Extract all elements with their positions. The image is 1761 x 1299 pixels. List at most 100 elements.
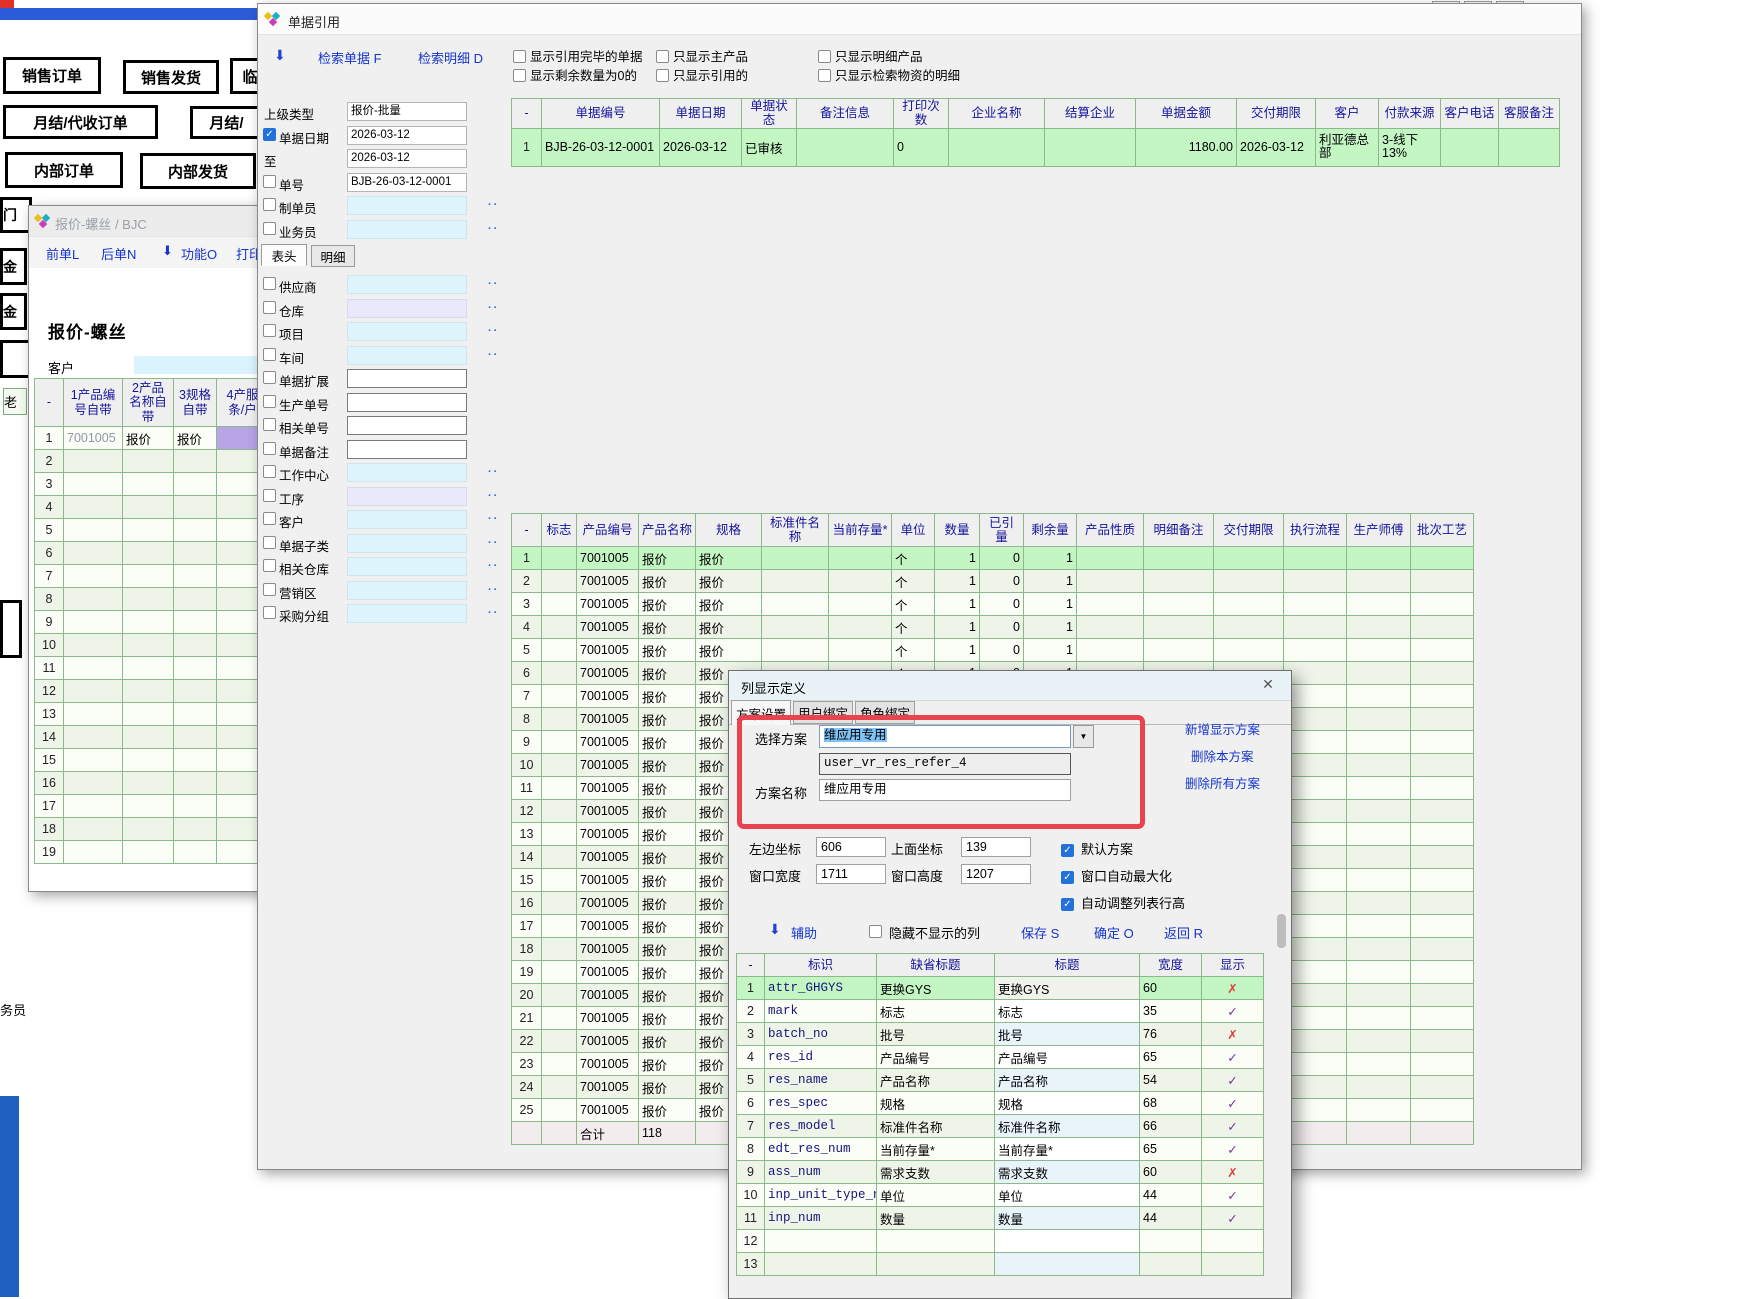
dialog-table-row[interactable]: 5res_name产品名称产品名称54✓	[737, 1069, 1264, 1092]
quote-menu-item[interactable]: 功能O	[181, 244, 217, 263]
delete-all-scheme-link[interactable]: 删除所有方案	[1185, 773, 1260, 792]
filter-input[interactable]: 2026-03-12▦▾	[347, 149, 467, 168]
quote-table-row[interactable]: 19	[35, 841, 265, 864]
dialog-table-row[interactable]: 4res_id产品编号产品编号65✓	[737, 1046, 1264, 1069]
filter-checkbox[interactable]	[263, 489, 276, 502]
auto-maximize-checkbox[interactable]: ✓	[1061, 866, 1074, 884]
detail-table-row[interactable]: 47001005报价报价个101	[512, 616, 1474, 639]
filter-input[interactable]	[347, 369, 467, 388]
filter-combo[interactable]: ▼	[347, 581, 467, 600]
refer-option-checkbox[interactable]	[818, 50, 831, 63]
win-height-input[interactable]: 1207	[961, 864, 1031, 884]
filter-checkbox[interactable]	[263, 536, 276, 549]
filter-input[interactable]: 2026-03-12▦▾	[347, 126, 467, 145]
more-options-dots[interactable]: ··	[488, 223, 499, 235]
filter-input[interactable]	[347, 393, 467, 412]
filter-input[interactable]	[347, 440, 467, 459]
detail-table-row[interactable]: 27001005报价报价个101	[512, 570, 1474, 593]
delete-scheme-link[interactable]: 删除本方案	[1191, 746, 1254, 765]
quote-table-row[interactable]: 3	[35, 473, 265, 496]
filter-checkbox[interactable]: ✓	[263, 128, 276, 141]
filter-checkbox[interactable]	[263, 395, 276, 408]
dialog-table-row[interactable]: 1attr_GHGYS更换GYS更换GYS60✗	[737, 977, 1264, 1000]
filter-checkbox[interactable]	[263, 371, 276, 384]
refer-option[interactable]: 显示引用完毕的单据	[513, 46, 643, 65]
quote-table-row[interactable]: 17001005报价报价	[35, 427, 265, 450]
more-options-dots[interactable]: ··	[488, 466, 499, 478]
filter-checkbox[interactable]	[263, 324, 276, 337]
filter-input[interactable]: BJB-26-03-12-0001	[347, 173, 467, 192]
filter-checkbox[interactable]	[263, 583, 276, 596]
filter-combo[interactable]: ▼	[347, 299, 467, 318]
dialog-tab-role[interactable]: 角色绑定	[855, 701, 915, 724]
save-link[interactable]: 保存 S	[1021, 923, 1059, 942]
quote-table-row[interactable]: 6	[35, 542, 265, 565]
more-options-dots[interactable]: ··	[488, 325, 499, 337]
quote-table-row[interactable]: 14	[35, 726, 265, 749]
dialog-table-row[interactable]: 13	[737, 1253, 1264, 1276]
dialog-table-row[interactable]: 8edt_res_num当前存量*当前存量*65✓	[737, 1138, 1264, 1161]
filter-checkbox[interactable]	[263, 559, 276, 572]
more-options-dots[interactable]: ··	[488, 513, 499, 525]
filter-combo[interactable]: ▼	[347, 346, 467, 365]
filter-checkbox[interactable]	[263, 348, 276, 361]
menu-function-arrow-icon[interactable]: ⬇	[162, 244, 173, 258]
aux-down-icon[interactable]: ⬇	[769, 922, 781, 936]
dialog-table-row[interactable]: 9ass_num需求支数需求支数60✗	[737, 1161, 1264, 1184]
detail-table-row[interactable]: 17001005报价报价个101	[512, 547, 1474, 570]
button-internal-ship[interactable]: 内部发货	[140, 153, 256, 189]
refer-option[interactable]: 只显示引用的	[656, 65, 748, 84]
more-options-dots[interactable]: ··	[488, 490, 499, 502]
scheme-select-combo[interactable]: 维应用专用	[819, 725, 1071, 748]
pos-top-input[interactable]: 139	[961, 837, 1031, 857]
refer-option[interactable]: 只显示主产品	[656, 46, 748, 65]
search-detail-link[interactable]: 检索明细 D	[418, 48, 483, 67]
dialog-titlebar[interactable]: 列显示定义 ✕	[729, 671, 1291, 701]
filter-checkbox[interactable]	[263, 465, 276, 478]
quote-table-row[interactable]: 16	[35, 772, 265, 795]
filter-combo[interactable]: ▼	[347, 322, 467, 341]
button-internal-order[interactable]: 内部订单	[5, 152, 123, 188]
more-options-dots[interactable]: ··	[488, 349, 499, 361]
filter-checkbox[interactable]	[263, 175, 276, 188]
quote-table-row[interactable]: 5	[35, 519, 265, 542]
ok-link[interactable]: 确定 O	[1094, 923, 1134, 942]
filter-combo[interactable]: ▼	[347, 463, 467, 482]
quote-table-row[interactable]: 12	[35, 680, 265, 703]
dialog-table-row[interactable]: 12	[737, 1230, 1264, 1253]
filter-combo[interactable]: ▼	[347, 534, 467, 553]
filter-combo[interactable]: 报价-批量▼	[347, 102, 467, 121]
more-options-dots[interactable]: ··	[488, 537, 499, 549]
filter-combo[interactable]: ▼	[347, 557, 467, 576]
button-sales-order[interactable]: 销售订单	[3, 57, 101, 94]
expand-down-icon[interactable]: ⬇	[274, 48, 286, 62]
more-options-dots[interactable]: ··	[488, 607, 499, 619]
pos-left-input[interactable]: 606	[816, 837, 886, 857]
quote-table-row[interactable]: 8	[35, 588, 265, 611]
filter-checkbox[interactable]	[263, 198, 276, 211]
dialog-close-icon[interactable]: ✕	[1257, 676, 1279, 694]
quote-table-row[interactable]: 13	[35, 703, 265, 726]
filter-checkbox[interactable]	[263, 606, 276, 619]
quote-table-row[interactable]: 9	[35, 611, 265, 634]
dialog-table-row[interactable]: 6res_spec规格规格68✓	[737, 1092, 1264, 1115]
scheme-name-input[interactable]: 维应用专用	[819, 779, 1071, 801]
dialog-tab-user[interactable]: 用户绑定	[793, 701, 853, 724]
tab-detail[interactable]: 明细	[311, 245, 355, 267]
refer-option-checkbox[interactable]	[513, 69, 526, 82]
button-monthly-order[interactable]: 月结/代收订单	[3, 105, 158, 139]
filter-input[interactable]	[347, 416, 467, 435]
more-options-dots[interactable]: ··	[488, 302, 499, 314]
refer-option-checkbox[interactable]	[656, 69, 669, 82]
more-options-dots[interactable]: ··	[488, 560, 499, 572]
detail-table-row[interactable]: 57001005报价报价个101	[512, 639, 1474, 662]
quote-table-row[interactable]: 18	[35, 818, 265, 841]
tab-header[interactable]: 表头	[261, 244, 307, 266]
filter-checkbox[interactable]	[263, 301, 276, 314]
filter-combo[interactable]: ▼	[347, 604, 467, 623]
win-width-input[interactable]: 1711	[816, 864, 886, 884]
filter-checkbox[interactable]	[263, 442, 276, 455]
filter-combo[interactable]: ▼	[347, 487, 467, 506]
filter-checkbox[interactable]	[263, 418, 276, 431]
filter-checkbox[interactable]	[263, 222, 276, 235]
